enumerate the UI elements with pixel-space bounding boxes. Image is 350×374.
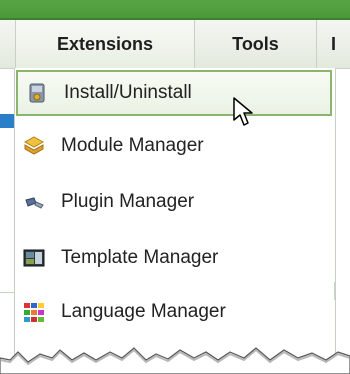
menu-item-label: Language Manager [61,301,226,322]
template-icon [23,247,45,269]
mouse-cursor-icon [233,97,253,126]
menu-item-install-uninstall[interactable]: Install/Uninstall [16,70,332,116]
menu-item-label: Template Manager [61,247,219,268]
background-accent [0,114,14,128]
menu-item-language-manager[interactable]: Language Manager [15,286,333,338]
menu-tools[interactable]: Tools [195,20,317,68]
menu-item-template-manager[interactable]: Template Manager [15,232,333,284]
menu-item-label: Plugin Manager [61,191,195,212]
extensions-dropdown: Install/Uninstall Module Manager Plugin … [14,68,336,368]
language-icon [23,301,45,323]
divider [334,282,335,300]
menu-item-label: Module Manager [61,135,204,156]
plugin-icon [23,191,45,213]
torn-edge [0,347,350,374]
menu-item-label: Install/Uninstall [64,82,192,103]
menu-next[interactable]: I [317,20,350,68]
top-green-bar [0,0,350,20]
module-icon [23,135,45,157]
install-icon [26,82,48,104]
menu-extensions[interactable]: Extensions [15,20,195,68]
menubar: Extensions Tools I [0,20,350,69]
menu-item-plugin-manager[interactable]: Plugin Manager [15,176,333,228]
menu-item-module-manager[interactable]: Module Manager [15,120,333,172]
divider [0,292,14,293]
